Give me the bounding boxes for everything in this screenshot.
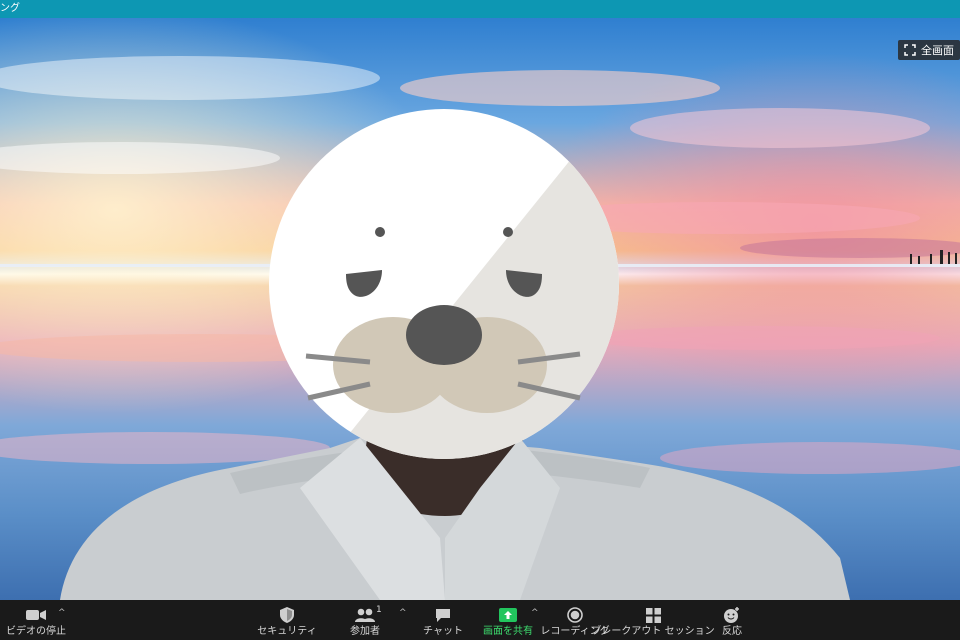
breakout-grid-icon bbox=[645, 607, 661, 623]
security-button[interactable]: セキュリティ bbox=[257, 600, 317, 640]
chat-button[interactable]: チャット bbox=[423, 600, 463, 640]
breakout-rooms-button[interactable]: ブレークアウト セッション bbox=[591, 600, 715, 640]
share-options-caret-icon[interactable]: ^ bbox=[531, 608, 539, 618]
emoji-add-icon bbox=[724, 607, 739, 623]
stop-video-button[interactable]: ビデオの停止 bbox=[6, 600, 66, 640]
breakout-rooms-label: ブレークアウト セッション bbox=[591, 626, 715, 637]
security-label: セキュリティ bbox=[257, 626, 317, 637]
video-camera-icon bbox=[26, 610, 46, 620]
share-screen-icon bbox=[499, 608, 517, 622]
reactions-label: 反応 bbox=[722, 626, 742, 637]
share-screen-button[interactable]: 画面を共有 bbox=[483, 600, 533, 640]
window-titlebar: ング bbox=[0, 0, 960, 18]
participants-icon bbox=[355, 608, 375, 622]
fullscreen-button[interactable]: 全画面 bbox=[898, 40, 960, 60]
fullscreen-label: 全画面 bbox=[921, 44, 954, 57]
fullscreen-icon bbox=[904, 44, 916, 56]
chat-label: チャット bbox=[423, 626, 463, 637]
reactions-button[interactable]: 反応 bbox=[718, 600, 746, 640]
video-options-caret-icon[interactable]: ^ bbox=[58, 608, 66, 618]
participants-label: 参加者 bbox=[350, 626, 380, 637]
meeting-toolbar: ビデオの停止 ^ セキュリティ 参加者 1 ^ チャット 画面を共有 ^ レコー… bbox=[0, 600, 960, 640]
share-screen-label: 画面を共有 bbox=[483, 626, 533, 637]
video-area: 全画面 bbox=[0, 18, 960, 600]
shield-icon bbox=[280, 607, 294, 623]
participants-options-caret-icon[interactable]: ^ bbox=[399, 608, 407, 618]
record-icon bbox=[567, 607, 583, 623]
seal-face-icon bbox=[269, 109, 619, 459]
chat-bubble-icon bbox=[436, 608, 450, 622]
window-title: ング bbox=[0, 3, 20, 14]
stop-video-label: ビデオの停止 bbox=[6, 626, 66, 637]
participants-count: 1 bbox=[376, 605, 382, 615]
